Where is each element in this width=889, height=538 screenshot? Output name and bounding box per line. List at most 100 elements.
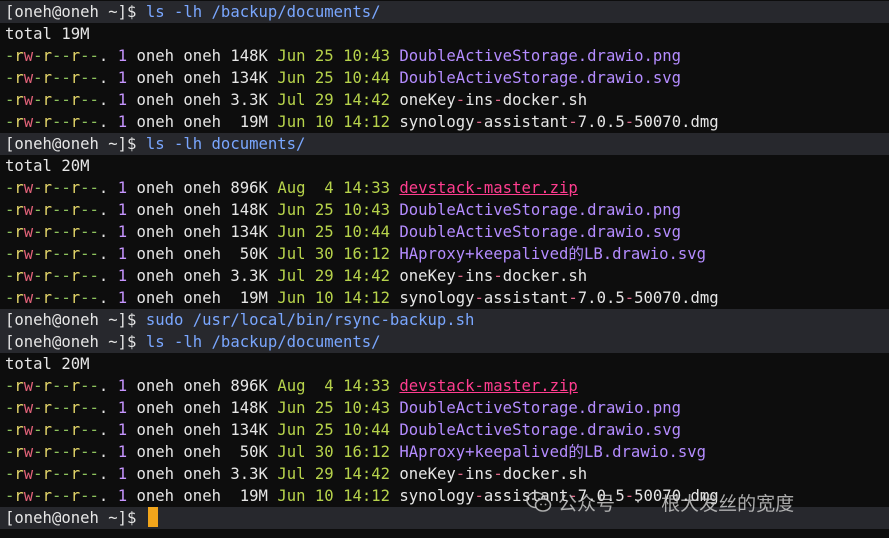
file-month: Aug <box>277 377 306 395</box>
file-time: 14:12 <box>343 487 391 505</box>
file-day: 25 <box>314 201 334 219</box>
command-text: ls -lh documents/ <box>145 135 306 153</box>
file-day: 29 <box>314 91 334 109</box>
file-time: 10:44 <box>343 223 391 241</box>
link-count: 1 <box>117 443 128 461</box>
file-permissions: -rw-r--r--. <box>5 47 109 65</box>
watermark-separator: · <box>635 491 642 513</box>
file-permissions: -rw-r--r--. <box>5 245 109 263</box>
link-count: 1 <box>117 377 128 395</box>
file-month: Jul <box>277 245 306 263</box>
file-name[interactable]: devstack-master.zip <box>399 179 577 197</box>
file-month: Jun <box>277 47 306 65</box>
file-name[interactable]: DoubleActiveStorage.drawio.png <box>399 47 681 65</box>
file-size: 19M <box>230 113 268 131</box>
file-group: oneh <box>183 69 221 87</box>
file-permissions: -rw-r--r--. <box>5 69 109 87</box>
file-permissions: -rw-r--r--. <box>5 443 109 461</box>
file-time: 16:12 <box>343 443 391 461</box>
file-time: 14:33 <box>343 179 391 197</box>
file-time: 14:12 <box>343 113 391 131</box>
file-name[interactable]: oneKey-ins-docker.sh <box>399 465 587 483</box>
file-name[interactable]: oneKey-ins-docker.sh <box>399 267 587 285</box>
file-permissions: -rw-r--r--. <box>5 421 109 439</box>
shell-prompt: [oneh@oneh ~]$ <box>5 509 146 527</box>
file-name[interactable]: DoubleActiveStorage.drawio.svg <box>399 223 681 241</box>
file-group: oneh <box>183 399 221 417</box>
file-name[interactable]: DoubleActiveStorage.drawio.svg <box>399 421 681 439</box>
file-row: -rw-r--r--. 1 oneh oneh 19M Jun 10 14:12… <box>0 287 889 309</box>
file-owner: oneh <box>136 69 175 87</box>
shell-prompt: [oneh@oneh ~]$ <box>5 3 146 21</box>
link-count: 1 <box>117 487 128 505</box>
file-row: -rw-r--r--. 1 oneh oneh 896K Aug 4 14:33… <box>0 375 889 397</box>
file-group: oneh <box>183 223 221 241</box>
file-month: Jun <box>277 223 306 241</box>
file-row: -rw-r--r--. 1 oneh oneh 896K Aug 4 14:33… <box>0 177 889 199</box>
file-row: -rw-r--r--. 1 oneh oneh 3.3K Jul 29 14:4… <box>0 89 889 111</box>
shell-prompt: [oneh@oneh ~]$ <box>5 311 146 329</box>
file-month: Aug <box>277 179 306 197</box>
file-name[interactable]: oneKey-ins-docker.sh <box>399 91 587 109</box>
file-owner: oneh <box>136 47 175 65</box>
file-size: 3.3K <box>230 267 268 285</box>
file-month: Jul <box>277 91 306 109</box>
file-day: 10 <box>314 289 334 307</box>
file-day: 10 <box>314 113 334 131</box>
total-line: total 19M <box>5 25 90 43</box>
file-time: 14:42 <box>343 267 391 285</box>
link-count: 1 <box>117 465 128 483</box>
link-count: 1 <box>117 289 128 307</box>
file-day: 30 <box>314 443 334 461</box>
file-row: -rw-r--r--. 1 oneh oneh 3.3K Jul 29 14:4… <box>0 463 889 485</box>
file-month: Jun <box>277 289 306 307</box>
link-count: 1 <box>117 201 128 219</box>
file-time: 14:33 <box>343 377 391 395</box>
file-name[interactable]: HAproxy+keepalived的LB.drawio.svg <box>399 443 706 461</box>
file-day: 29 <box>314 465 334 483</box>
file-time: 14:42 <box>343 465 391 483</box>
file-size: 50K <box>230 245 268 263</box>
command-text: ls -lh /backup/documents/ <box>145 333 381 351</box>
file-permissions: -rw-r--r--. <box>5 113 109 131</box>
file-permissions: -rw-r--r--. <box>5 487 109 505</box>
file-name[interactable]: DoubleActiveStorage.drawio.png <box>399 399 681 417</box>
file-size: 19M <box>230 487 268 505</box>
link-count: 1 <box>117 113 128 131</box>
file-size: 896K <box>230 377 268 395</box>
link-count: 1 <box>117 91 128 109</box>
file-time: 16:12 <box>343 245 391 263</box>
command-text: ls -lh /backup/documents/ <box>145 3 381 21</box>
file-name[interactable]: devstack-master.zip <box>399 377 577 395</box>
total-line: total 20M <box>5 355 90 373</box>
file-name[interactable]: synology-assistant-7.0.5-50070.dmg <box>399 289 718 307</box>
file-day: 4 <box>314 179 334 197</box>
file-owner: oneh <box>136 289 175 307</box>
file-group: oneh <box>183 443 221 461</box>
file-group: oneh <box>183 91 221 109</box>
wechat-icon <box>526 491 552 512</box>
file-name[interactable]: DoubleActiveStorage.drawio.svg <box>399 69 681 87</box>
file-time: 10:43 <box>343 399 391 417</box>
text-cursor[interactable] <box>147 507 158 527</box>
prompt-line: [oneh@oneh ~]$ ls -lh /backup/documents/ <box>0 331 889 353</box>
file-name[interactable]: synology-assistant-7.0.5-50070.dmg <box>399 113 718 131</box>
file-size: 134K <box>230 223 268 241</box>
file-group: oneh <box>183 113 221 131</box>
file-day: 25 <box>314 421 334 439</box>
file-owner: oneh <box>136 267 175 285</box>
file-day: 25 <box>314 399 334 417</box>
file-permissions: -rw-r--r--. <box>5 289 109 307</box>
file-time: 14:12 <box>343 289 391 307</box>
file-time: 14:42 <box>343 91 391 109</box>
file-size: 148K <box>230 47 268 65</box>
file-name[interactable]: HAproxy+keepalived的LB.drawio.svg <box>399 245 706 263</box>
file-name[interactable]: DoubleActiveStorage.drawio.png <box>399 201 681 219</box>
file-size: 148K <box>230 201 268 219</box>
link-count: 1 <box>117 179 128 197</box>
total-line: total 20M <box>5 157 90 175</box>
command-text: sudo /usr/local/bin/rsync-backup.sh <box>145 311 475 329</box>
terminal-window[interactable]: [oneh@oneh ~]$ ls -lh /backup/documents/… <box>0 0 889 538</box>
file-group: oneh <box>183 201 221 219</box>
file-month: Jul <box>277 465 306 483</box>
